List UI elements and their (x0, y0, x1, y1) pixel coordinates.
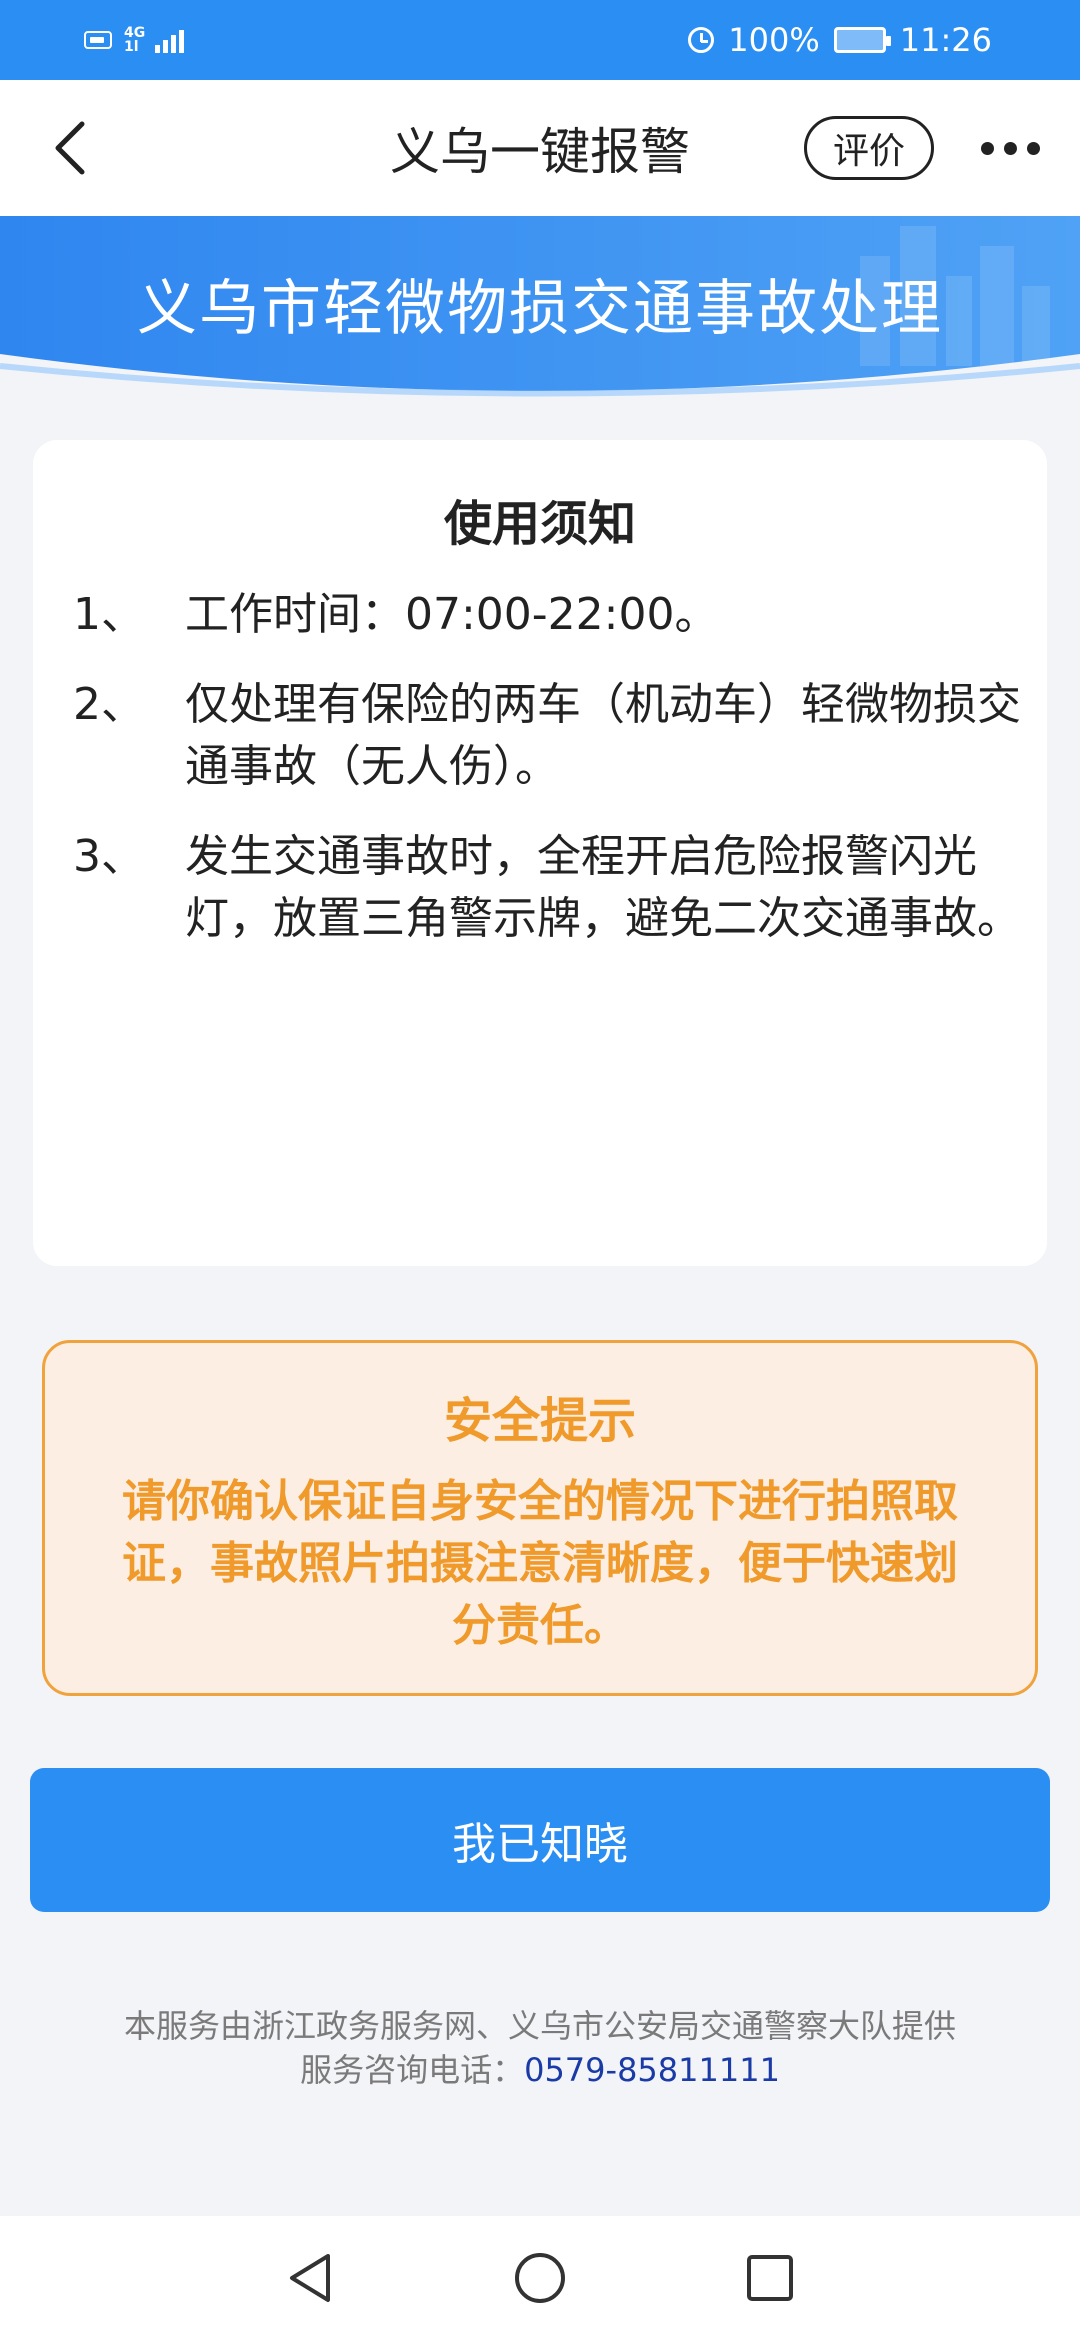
status-right: 100% 11:26 (688, 14, 992, 66)
triangle-back-icon (290, 2254, 330, 2302)
status-left: 4G 1l (84, 18, 185, 62)
system-back-button[interactable] (270, 2238, 350, 2318)
safety-tip-text: 请你确认保证自身安全的情况下进行拍照取证，事故照片拍摄注意清晰度，便于快速划分责… (122, 1476, 958, 1651)
banner-title: 义乌市轻微物损交通事故处理 (137, 274, 943, 344)
clock-time: 11:26 (899, 21, 992, 59)
more-options-button[interactable] (970, 128, 1050, 168)
notice-item: 2、 仅处理有保险的两车（机动车）轻微物损交通事故（无人伤）。 (73, 674, 1023, 798)
notice-item-number: 3、 (73, 831, 145, 882)
status-bar: 4G 1l 100% 11:26 (0, 0, 1080, 80)
notice-item-text: 仅处理有保险的两车（机动车）轻微物损交通事故（无人伤）。 (185, 679, 1021, 792)
system-home-button[interactable] (500, 2238, 580, 2318)
footer: 本服务由浙江政务服务网、义乌市公安局交通警察大队提供 服务咨询电话：0579-8… (0, 2004, 1080, 2092)
alarm-clock-icon (688, 27, 715, 53)
circle-home-icon (515, 2253, 565, 2303)
sim-card-icon (84, 31, 112, 49)
usage-notice-card: 使用须知 1、 工作时间：07:00-22:00。 2、 仅处理有保险的两车（机… (33, 440, 1047, 1266)
safety-tip-title: 安全提示 (443, 1393, 636, 1449)
back-button[interactable] (30, 108, 110, 188)
footer-phone-label: 服务咨询电话： (300, 2051, 525, 2089)
acknowledge-button[interactable]: 我已知晓 (30, 1768, 1050, 1912)
battery-percent: 100% (728, 21, 820, 59)
more-dots-icon (980, 141, 994, 155)
square-recent-icon (747, 2255, 793, 2301)
notice-list: 1、 工作时间：07:00-22:00。 2、 仅处理有保险的两车（机动车）轻微… (73, 584, 1023, 978)
network-type-label: 4G (124, 25, 146, 41)
footer-provider-text: 本服务由浙江政务服务网、义乌市公安局交通警察大队提供 (123, 2007, 956, 2045)
notice-item-text: 发生交通事故时，全程开启危险报警闪光灯，放置三角警示牌，避免二次交通事故。 (185, 831, 1021, 944)
header-banner: 义乌市轻微物损交通事故处理 (0, 216, 1080, 406)
battery-icon (833, 27, 891, 53)
system-recent-apps-button[interactable] (730, 2238, 810, 2318)
notice-item: 1、 工作时间：07:00-22:00。 (73, 584, 1023, 646)
safety-tip-box: 安全提示 请你确认保证自身安全的情况下进行拍照取证，事故照片拍摄注意清晰度，便于… (42, 1340, 1038, 1696)
chevron-left-icon (55, 121, 85, 175)
notice-item-number: 1、 (73, 589, 145, 640)
notice-item-text: 工作时间：07:00-22:00。 (185, 589, 719, 640)
signal-strength-icon (155, 27, 185, 53)
rate-button[interactable]: 评价 (804, 116, 934, 180)
notice-item: 3、 发生交通事故时，全程开启危险报警闪光灯，放置三角警示牌，避免二次交通事故。 (73, 826, 1023, 950)
system-navigation-bar (0, 2216, 1080, 2340)
network-type: 4G 1l (124, 26, 145, 54)
service-phone-link[interactable]: 0579-85811111 (524, 2051, 780, 2089)
notice-item-number: 2、 (73, 679, 145, 730)
nav-bar: 义乌一键报警 评价 (0, 80, 1080, 217)
network-speed-label: 1l (124, 39, 139, 55)
notice-title: 使用须知 (443, 496, 636, 552)
footer-phone-line: 服务咨询电话：0579-85811111 (0, 2048, 1080, 2092)
